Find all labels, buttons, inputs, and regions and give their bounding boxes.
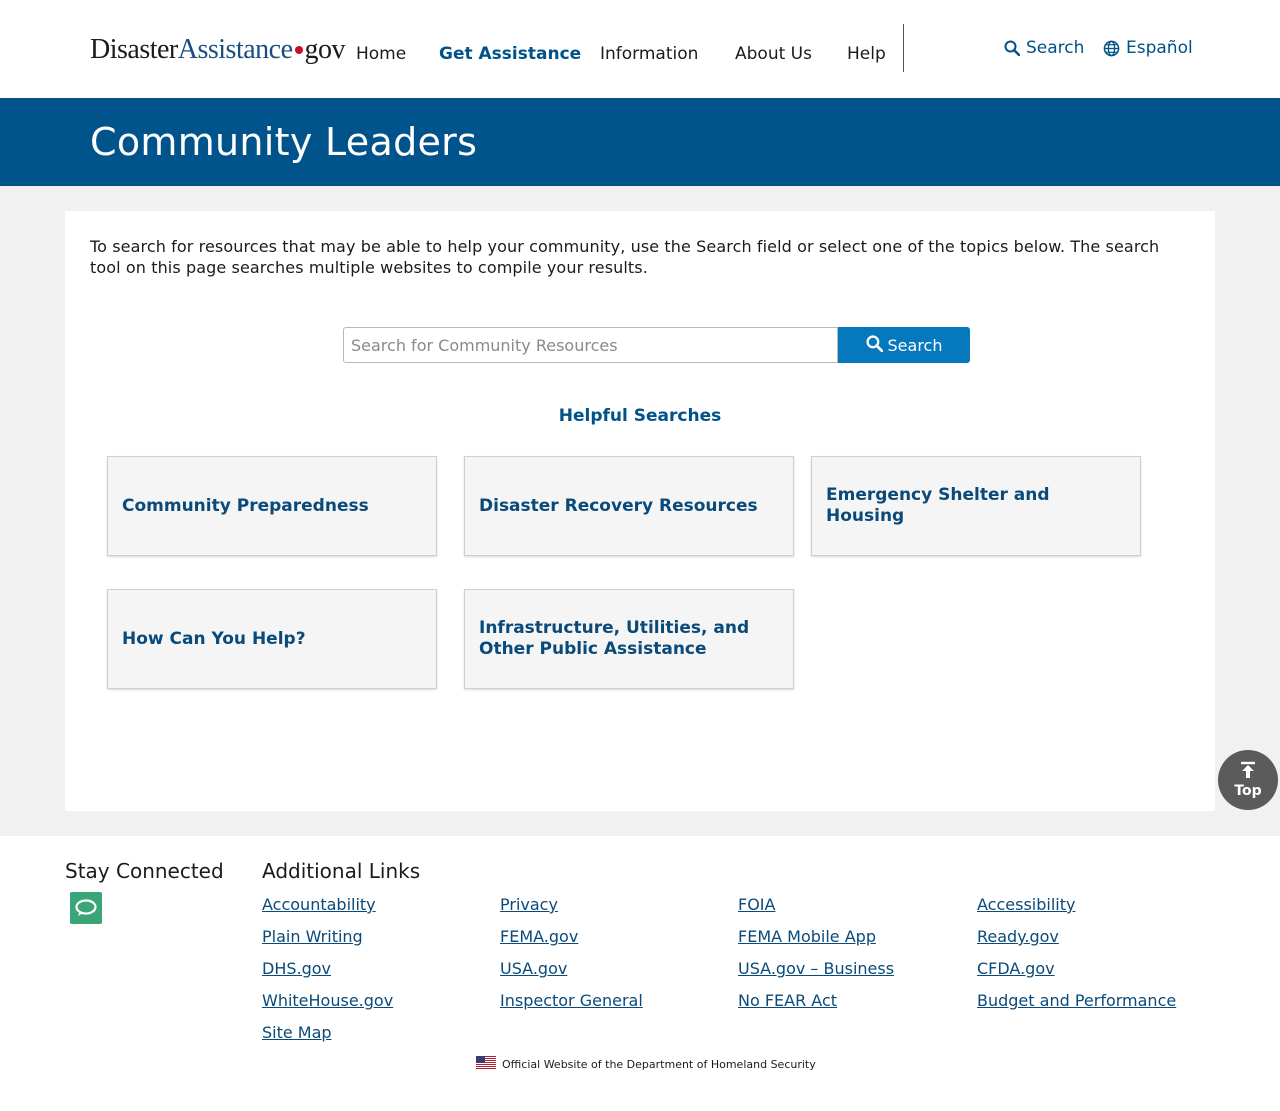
footer-link-accessibility[interactable]: Accessibility <box>977 895 1075 914</box>
site-logo[interactable]: DisasterAssistance gov <box>90 34 346 66</box>
page-banner: Community Leaders <box>0 98 1280 186</box>
footer-link-inspector-general[interactable]: Inspector General <box>500 991 643 1010</box>
header-search-label: Search <box>1026 38 1085 58</box>
page-title: Community Leaders <box>90 120 478 164</box>
chat-icon[interactable] <box>70 892 102 924</box>
language-label: Español <box>1126 38 1193 58</box>
tile-emergency-shelter-housing[interactable]: Emergency Shelter and Housing <box>811 456 1141 556</box>
footer-link-foia[interactable]: FOIA <box>738 895 775 914</box>
back-to-top-button[interactable]: Top <box>1218 750 1278 810</box>
us-flag-icon <box>476 1056 496 1072</box>
footer-link-no-fear-act[interactable]: No FEAR Act <box>738 991 837 1010</box>
footer-link-fema-mobile-app[interactable]: FEMA Mobile App <box>738 927 876 946</box>
search-icon <box>865 334 883 356</box>
additional-links-heading: Additional Links <box>262 859 421 883</box>
footer-link-whitehouse[interactable]: WhiteHouse.gov <box>262 991 393 1010</box>
nav-information[interactable]: Information <box>600 44 698 64</box>
official-website-text: Official Website of the Department of Ho… <box>502 1057 816 1071</box>
tile-disaster-recovery-resources[interactable]: Disaster Recovery Resources <box>464 456 794 556</box>
arrow-up-icon <box>1239 761 1257 783</box>
footer-link-site-map[interactable]: Site Map <box>262 1023 332 1042</box>
tile-how-can-you-help[interactable]: How Can You Help? <box>107 589 437 689</box>
header-search-link[interactable]: Search <box>1004 38 1084 58</box>
logo-part-gov: gov <box>304 34 346 65</box>
footer-link-usa-business[interactable]: USA.gov – Business <box>738 959 894 978</box>
nav-about-us[interactable]: About Us <box>735 44 812 64</box>
footer-link-dhs[interactable]: DHS.gov <box>262 959 331 978</box>
globe-icon <box>1103 40 1120 57</box>
footer-link-budget-performance[interactable]: Budget and Performance <box>977 991 1176 1010</box>
footer-link-privacy[interactable]: Privacy <box>500 895 558 914</box>
stay-connected-heading: Stay Connected <box>65 859 224 883</box>
helpful-searches-heading: Helpful Searches <box>558 406 722 426</box>
community-search-button[interactable]: Search <box>838 327 970 363</box>
footer-link-ready[interactable]: Ready.gov <box>977 927 1059 946</box>
footer-link-fema[interactable]: FEMA.gov <box>500 927 578 946</box>
official-website-notice: Official Website of the Department of Ho… <box>476 1056 816 1072</box>
footer-link-usa[interactable]: USA.gov <box>500 959 567 978</box>
nav-help[interactable]: Help <box>847 44 886 64</box>
footer-link-plain-writing[interactable]: Plain Writing <box>262 927 363 946</box>
search-button-label: Search <box>887 335 943 355</box>
tile-community-preparedness[interactable]: Community Preparedness <box>107 456 437 556</box>
footer-link-accountability[interactable]: Accountability <box>262 895 376 914</box>
nav-divider <box>903 24 904 72</box>
logo-part-assistance: Assistance <box>177 34 293 65</box>
intro-text: To search for resources that may be able… <box>90 237 1160 277</box>
logo-dot-icon <box>294 46 303 55</box>
search-icon <box>1004 40 1020 56</box>
site-header: DisasterAssistance gov Home Get Assistanc… <box>0 0 1280 98</box>
nav-get-assistance[interactable]: Get Assistance <box>439 44 581 64</box>
tile-infrastructure-utilities[interactable]: Infrastructure, Utilities, and Other Pub… <box>464 589 794 689</box>
back-to-top-label: Top <box>1234 783 1262 799</box>
footer-link-cfda[interactable]: CFDA.gov <box>977 959 1055 978</box>
language-toggle[interactable]: Español <box>1103 38 1193 58</box>
community-search-input[interactable] <box>343 327 838 363</box>
logo-part-disaster: Disaster <box>90 34 178 65</box>
nav-home[interactable]: Home <box>356 44 406 64</box>
